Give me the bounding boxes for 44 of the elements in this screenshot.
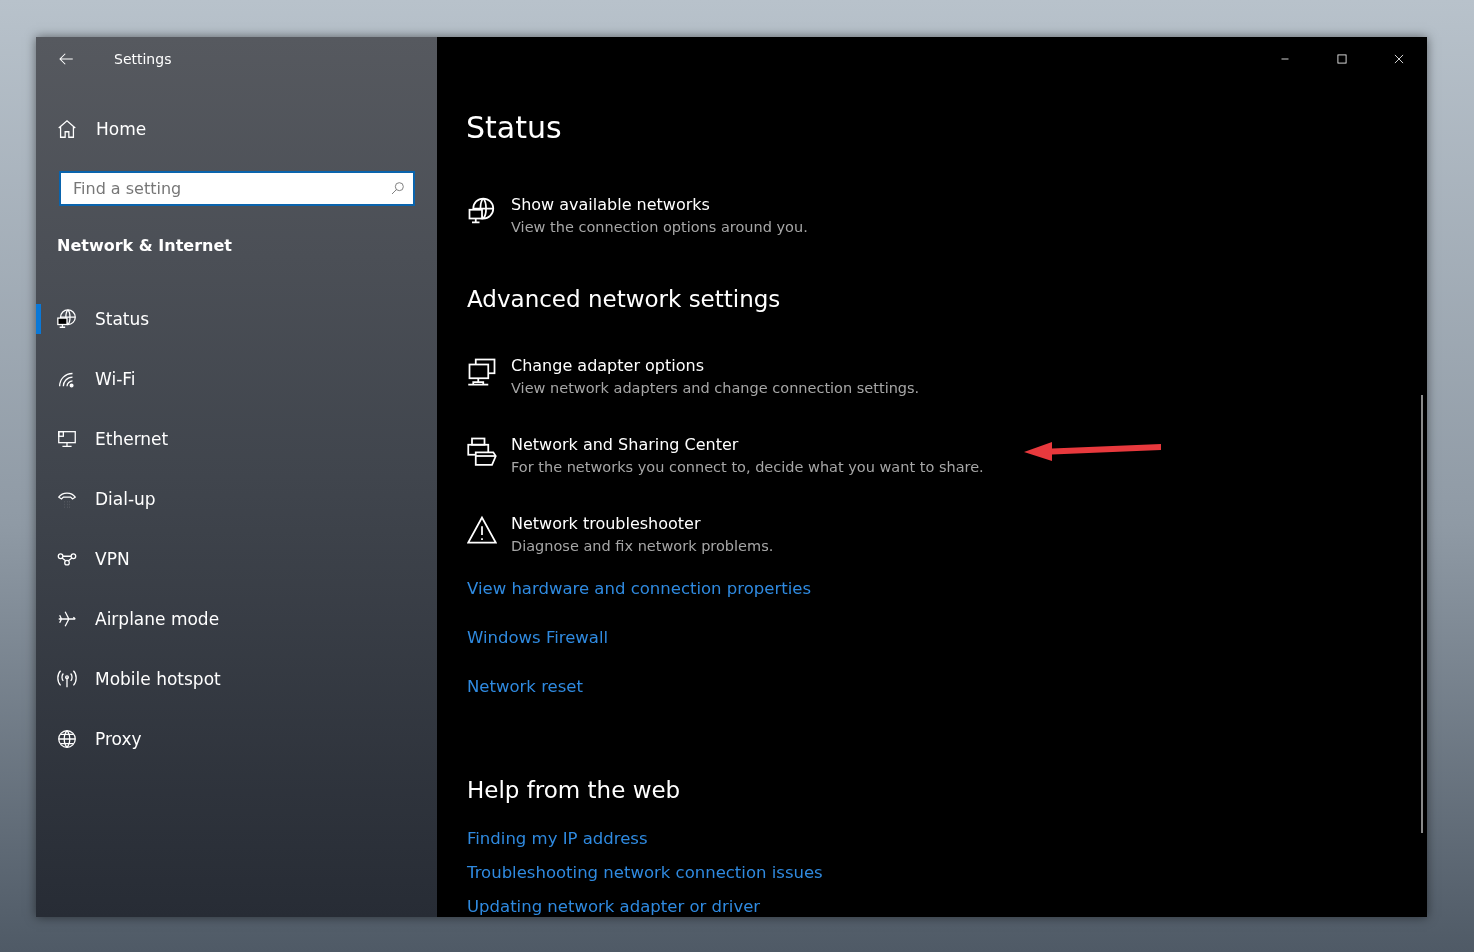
- sidebar-item[interactable]: Mobile hotspot: [36, 649, 437, 709]
- settings-option[interactable]: Network troubleshooter Diagnose and fix network problems.: [466, 513, 1427, 557]
- settings-option[interactable]: Change adapter options View network adapters and change connection settings.: [466, 355, 1427, 399]
- option-title: Change adapter options: [511, 355, 705, 377]
- sidebar-item[interactable]: Ethernet: [36, 409, 437, 469]
- help-link[interactable]: Updating network adapter or driver: [466, 895, 761, 917]
- option-title: Show available networks: [511, 194, 711, 216]
- warning-icon: [467, 515, 497, 545]
- settings-option[interactable]: Show available networks View the connection options around you.: [466, 194, 1427, 238]
- option-description: Diagnose and fix network problems.: [511, 537, 774, 556]
- sidebar-item[interactable]: Wi-Fi: [36, 349, 437, 409]
- window-title: Settings: [114, 51, 172, 67]
- globe-monitor-icon: [467, 196, 497, 226]
- settings-option[interactable]: Network and Sharing Center For the networks you connect to, decide what you want to share.: [466, 434, 1427, 478]
- settings-link[interactable]: Network reset: [466, 675, 583, 699]
- search-icon: [390, 180, 406, 196]
- option-title: Network troubleshooter: [511, 513, 702, 535]
- globe-icon: [56, 728, 78, 750]
- option-description: View the connection options around you.: [511, 218, 808, 237]
- help-link[interactable]: Troubleshooting network connection issues: [466, 861, 823, 885]
- home-nav-item[interactable]: Home: [56, 111, 437, 147]
- home-icon: [56, 118, 78, 140]
- section-heading: Network & Internet: [57, 235, 233, 257]
- sidebar-item[interactable]: Airplane mode: [36, 589, 437, 649]
- option-description: View network adapters and change connection settings.: [511, 379, 920, 398]
- hotspot-icon: [56, 668, 78, 690]
- option-description: For the networks you connect to, decide what you want to share.: [511, 458, 984, 477]
- sidebar-item[interactable]: VPN: [36, 529, 437, 589]
- help-link[interactable]: Finding my IP address: [466, 827, 648, 851]
- option-title: Network and Sharing Center: [511, 434, 740, 456]
- settings-link[interactable]: View hardware and connection properties: [466, 577, 811, 601]
- monitors-icon: [467, 357, 497, 387]
- section-heading: Help from the web: [466, 776, 682, 805]
- section-heading: Advanced network settings: [466, 285, 782, 314]
- page-title: Status: [466, 109, 563, 147]
- maximize-icon: [1334, 52, 1349, 66]
- ethernet-monitor-icon: [56, 428, 78, 450]
- globe-monitor-icon: [56, 308, 78, 330]
- search-field[interactable]: Find a setting: [59, 171, 415, 206]
- printer-folder-icon: [467, 436, 497, 466]
- settings-link[interactable]: Windows Firewall: [466, 626, 609, 650]
- sidebar-item[interactable]: Dial-up: [36, 469, 437, 529]
- sidebar-item[interactable]: Proxy: [36, 709, 437, 769]
- sidebar-item[interactable]: Status: [36, 289, 437, 349]
